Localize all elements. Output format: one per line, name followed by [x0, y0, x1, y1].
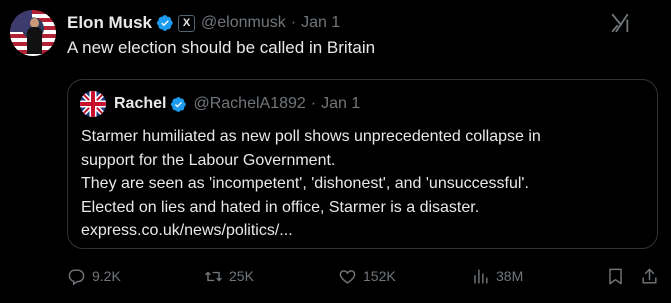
verified-badge-icon — [156, 15, 173, 31]
reply-icon — [68, 268, 85, 285]
author-handle[interactable]: @elonmusk — [201, 14, 286, 32]
tweet[interactable]: Elon Musk X @elonmusk · Jan 1 A new elec… — [0, 0, 671, 303]
bookmark-button[interactable] — [606, 262, 625, 290]
verified-badge-icon — [171, 96, 187, 112]
repost-count: 25K — [229, 268, 254, 284]
like-count: 152K — [363, 268, 396, 284]
author-name[interactable]: Elon Musk — [67, 13, 152, 33]
share-icon — [642, 268, 657, 284]
like-button[interactable]: 152K — [338, 262, 396, 290]
quoted-author-handle[interactable]: @RachelA1892 — [193, 95, 305, 113]
views-chart-icon — [474, 268, 488, 284]
quoted-header: Rachel @RachelA1892 · Jan 1 — [114, 93, 360, 115]
repost-button[interactable]: 25K — [204, 262, 254, 290]
quoted-text-line: support for the Labour Government. — [81, 151, 336, 169]
quoted-date[interactable]: Jan 1 — [321, 95, 360, 113]
action-bar: 9.2K 25K 152K 38M — [0, 262, 671, 290]
quoted-avatar[interactable] — [80, 91, 106, 117]
avatar-figure — [27, 18, 42, 54]
tweet-header: Elon Musk X @elonmusk · Jan 1 — [67, 12, 340, 34]
repost-icon — [205, 271, 222, 281]
quoted-text-line: Elected on lies and hated in office, Sta… — [81, 198, 480, 216]
quoted-text-line: Starmer humiliated as new poll shows unp… — [81, 128, 541, 145]
affiliate-x-badge[interactable]: X — [178, 14, 196, 32]
views-count: 38M — [496, 268, 524, 284]
quoted-link[interactable]: express.co.uk/news/politics/... — [81, 219, 651, 243]
header-separator: · — [290, 14, 297, 31]
views-button[interactable]: 38M — [471, 262, 523, 290]
quoted-header-separator: · — [310, 95, 317, 112]
union-flag-icon — [80, 91, 106, 117]
share-button[interactable] — [640, 262, 659, 290]
bookmark-icon — [609, 268, 622, 284]
reply-count: 9.2K — [92, 268, 121, 284]
reply-button[interactable]: 9.2K — [67, 262, 121, 290]
heart-icon — [339, 269, 356, 284]
tweet-date[interactable]: Jan 1 — [301, 14, 340, 32]
grok-icon[interactable] — [609, 12, 631, 34]
quoted-text: Starmer humiliated as new poll shows unp… — [81, 125, 651, 243]
avatar[interactable] — [10, 10, 56, 56]
tweet-text: A new election should be called in Brita… — [67, 38, 376, 57]
quoted-text-line: They are seen as 'incompetent', 'dishone… — [81, 175, 529, 192]
quoted-tweet[interactable]: Rachel @RachelA1892 · Jan 1 Starmer humi… — [67, 79, 658, 249]
quoted-author-name[interactable]: Rachel — [114, 95, 166, 113]
